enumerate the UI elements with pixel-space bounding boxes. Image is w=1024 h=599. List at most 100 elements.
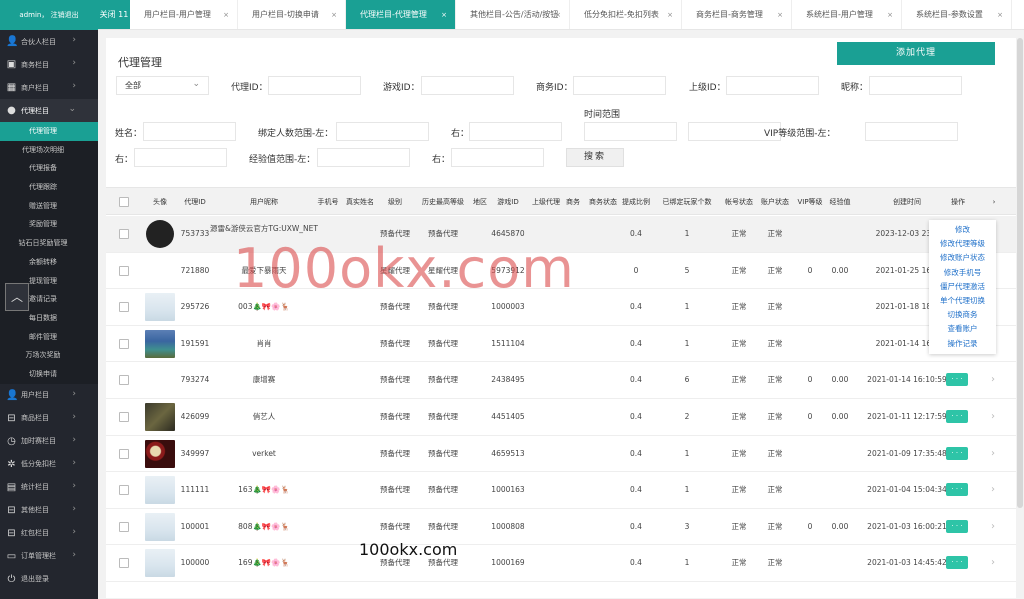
sidebar-item[interactable]: ⊟ 红包栏目 › (0, 522, 98, 545)
business-id-input[interactable] (573, 76, 666, 95)
table-row[interactable]: 793274 康增赛 预备代理 预备代理 2438495 0.4 6 正常 正常 0 0.00 202… (106, 362, 1016, 399)
tab[interactable]: 用户栏目-用户管理 × (130, 0, 238, 29)
game-id-input[interactable] (421, 76, 514, 95)
operations-button[interactable]: · · · (946, 519, 968, 533)
chevron-right-icon[interactable]: › (991, 472, 995, 508)
sidebar-item[interactable]: ◷ 加时赛栏目 › (0, 430, 98, 453)
close-icon[interactable]: × (997, 0, 1003, 29)
sidebar-item[interactable]: ⊟ 其他栏目 › (0, 499, 98, 522)
chevron-right-icon[interactable]: › (991, 436, 995, 472)
page-scrollbar[interactable] (1016, 30, 1024, 599)
tab[interactable]: 其他栏目-公告/活动/按钮 × (456, 0, 570, 29)
row-checkbox[interactable] (119, 375, 129, 386)
search-button[interactable]: 搜索 (566, 148, 624, 167)
operations-menu-item[interactable]: 僵尸代理激活 (929, 280, 996, 294)
operations-menu-item[interactable]: 切换商务 (929, 308, 996, 322)
sidebar-subitem[interactable]: 万场次奖励 (0, 346, 98, 365)
close-icon[interactable]: × (777, 0, 783, 29)
exp-range-right-input[interactable] (451, 148, 544, 167)
nickname-input[interactable] (869, 76, 962, 95)
vip-range-right-input[interactable] (134, 148, 227, 167)
row-checkbox[interactable] (119, 448, 129, 459)
tab[interactable]: 用户栏目-切换申请 × (238, 0, 346, 29)
row-checkbox[interactable] (119, 521, 129, 532)
table-row[interactable]: 349997 verket 预备代理 预备代理 4659513 0.4 1 正常 正常 2021-… (106, 435, 1016, 473)
scrollbar-thumb[interactable] (1017, 38, 1023, 508)
close-all-tabs-button[interactable]: 关闭 11 (98, 0, 130, 29)
scroll-top-button[interactable]: ︿ (5, 283, 29, 311)
bind-range-right-input[interactable] (469, 122, 562, 141)
sidebar-item[interactable]: ⏻ 退出登录 (0, 568, 98, 591)
row-checkbox[interactable] (119, 558, 129, 569)
operations-button[interactable]: · · · (946, 483, 968, 497)
operations-menu-item[interactable]: 修改手机号 (929, 266, 996, 280)
sidebar-subitem[interactable]: 切换申请 (0, 365, 98, 384)
operations-button[interactable]: · · · (946, 446, 968, 460)
table-row[interactable]: 100001 808🎄🎀🌸🦌 预备代理 预备代理 1000808 0.4 3 正常 正常 0 0.0… (106, 508, 1016, 546)
name-input[interactable] (143, 122, 236, 141)
user-bar[interactable]: admin， 注销退出 (0, 0, 98, 30)
table-row[interactable]: 426099 俏艺人 预备代理 预备代理 4451405 0.4 2 正常 正常 0 0.00 202… (106, 399, 1016, 436)
close-icon[interactable]: × (887, 0, 893, 29)
row-checkbox[interactable] (119, 412, 129, 422)
operations-menu-item[interactable]: 修改代理等级 (929, 237, 996, 251)
sidebar-subitem[interactable]: 代理报备 (0, 159, 98, 178)
add-agent-button[interactable]: 添加代理 (837, 42, 995, 65)
table-row[interactable]: 100000 169🎄🎀🌸🦌 预备代理 预备代理 1000169 0.4 1 正常 正常 2021… (106, 545, 1016, 582)
table-row[interactable]: 191591 肖肖 预备代理 预备代理 1511104 0.4 1 正常 正常 2021-01-1… (106, 325, 1016, 363)
header-arrow-icon[interactable]: › (993, 188, 996, 216)
operations-menu-item[interactable]: 查看账户 (929, 322, 996, 336)
sidebar-item[interactable]: ▭ 订单管理栏 › (0, 545, 98, 568)
parent-id-input[interactable] (726, 76, 819, 95)
vip-range-left-input[interactable] (865, 122, 958, 141)
sidebar-subitem[interactable]: 钻石日奖励管理 (0, 234, 98, 253)
row-checkbox[interactable] (119, 229, 129, 239)
close-icon[interactable]: × (223, 0, 229, 29)
exp-range-left-input[interactable] (317, 148, 410, 167)
operations-menu-item[interactable]: 单个代理切换 (929, 294, 996, 308)
sidebar-subitem[interactable]: 邮件管理 (0, 328, 98, 347)
select-all-checkbox[interactable] (119, 197, 129, 207)
status-select[interactable]: 全部 ⌄ (116, 76, 209, 95)
bind-range-left-input[interactable] (336, 122, 429, 141)
close-icon[interactable]: × (331, 0, 337, 29)
tab[interactable]: 代理栏目-代理管理 × (346, 0, 456, 29)
sidebar-subitem[interactable]: 赠送管理 (0, 197, 98, 216)
sidebar-item[interactable]: ● 代理栏目 ⌄ (0, 99, 98, 122)
operations-menu-item[interactable]: 操作记录 (929, 337, 996, 351)
sidebar-item[interactable]: ⊟ 商品栏目 › (0, 407, 98, 430)
tab[interactable]: 系统栏目-用户管理 × (792, 0, 902, 29)
sidebar-item[interactable]: ▣ 商务栏目 › (0, 53, 98, 76)
chevron-right-icon[interactable]: › (991, 362, 995, 398)
sidebar-item[interactable]: ▤ 统计栏目 › (0, 476, 98, 499)
chevron-right-icon[interactable]: › (991, 509, 995, 545)
sidebar-item[interactable]: 👤 用户栏目 › (0, 384, 98, 407)
chevron-right-icon[interactable]: › (991, 545, 995, 581)
sidebar-subitem[interactable]: 每日数据 (0, 309, 98, 328)
close-icon[interactable]: × (555, 0, 561, 29)
sidebar-item[interactable]: ✲ 低分免扣栏 › (0, 453, 98, 476)
chevron-right-icon[interactable]: › (991, 399, 995, 435)
close-icon[interactable]: × (667, 0, 673, 29)
row-checkbox[interactable] (119, 265, 129, 276)
sidebar-subitem[interactable]: 代理跟踪 (0, 178, 98, 197)
operations-button[interactable]: · · · (946, 410, 968, 423)
sidebar-subitem[interactable]: 奖励管理 (0, 215, 98, 234)
row-checkbox[interactable] (119, 485, 129, 496)
agent-id-input[interactable] (268, 76, 361, 95)
close-icon[interactable]: × (441, 0, 447, 29)
time-range-start-input[interactable] (584, 122, 677, 141)
row-checkbox[interactable] (119, 302, 129, 313)
operations-button[interactable]: · · · (946, 373, 968, 387)
sidebar-subitem[interactable]: 代理场次明细 (0, 141, 98, 160)
sidebar-item[interactable]: ▦ 商户栏目 › (0, 76, 98, 99)
tab[interactable]: 低分免扣栏-免扣列表 × (570, 0, 682, 29)
table-row[interactable]: 111111 163🎄🎀🌸🦌 预备代理 预备代理 1000163 0.4 1 正常 正常 2021… (106, 472, 1016, 509)
row-checkbox[interactable] (119, 338, 129, 349)
operations-button[interactable]: · · · (946, 556, 968, 570)
sidebar-subitem[interactable]: 代理管理 (0, 122, 98, 141)
sidebar-subitem[interactable]: 余额转移 (0, 253, 98, 272)
tab[interactable]: 系统栏目-参数设置 × (902, 0, 1012, 29)
tab[interactable]: 商务栏目-商务管理 × (682, 0, 792, 29)
sidebar-item[interactable]: 👤 合伙人栏目 › (0, 30, 98, 53)
